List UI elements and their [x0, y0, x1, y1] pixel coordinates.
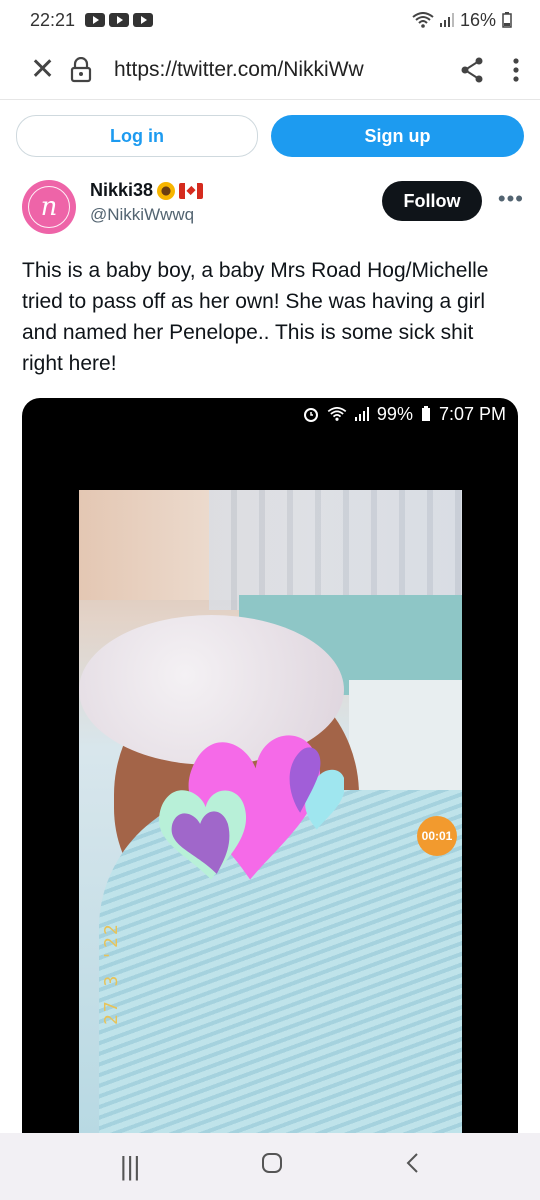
status-time: 22:21 — [30, 9, 76, 30]
back-icon[interactable] — [404, 1151, 420, 1182]
signal-icon — [354, 407, 369, 421]
home-icon[interactable] — [260, 1151, 284, 1182]
heart-stickers-icon — [159, 735, 344, 880]
tweet-header: n Nikki38 @NikkiWwwq Follow ••• — [22, 178, 524, 238]
url-text[interactable]: https://twitter.com/NikkiWw — [114, 58, 460, 82]
battery-percent: 16% — [459, 9, 496, 30]
avatar-letter: n — [40, 192, 58, 222]
user-handle[interactable]: @NikkiWwwq — [90, 205, 203, 225]
signal-icon — [439, 13, 454, 27]
recent-apps-icon[interactable]: ||| — [120, 1151, 140, 1182]
display-name-text: Nikki38 — [90, 180, 154, 200]
tweet-text: This is a baby boy, a baby Mrs Road Hog/… — [22, 259, 489, 375]
close-icon[interactable]: ✕ — [30, 52, 70, 87]
tweet-media[interactable]: 99% 7:07 PM 00:01 27 3 '22 ··· — [22, 398, 518, 1133]
follow-button[interactable]: Follow — [382, 181, 482, 221]
display-name[interactable]: Nikki38 — [90, 180, 204, 201]
inner-time: 7:07 PM — [438, 403, 506, 424]
more-options-icon[interactable]: ••• — [498, 186, 524, 212]
battery-icon — [421, 406, 430, 421]
sunflower-emoji-icon — [157, 181, 176, 200]
browser-url-bar: ✕ https://twitter.com/NikkiWw — [0, 40, 540, 100]
inner-battery-percent: 99% — [376, 403, 413, 424]
battery-icon — [502, 12, 512, 28]
wifi-icon — [327, 407, 347, 421]
youtube-icon — [109, 13, 130, 27]
crib-rail — [209, 490, 462, 610]
timer-badge: 00:01 — [417, 816, 457, 856]
share-icon[interactable] — [460, 57, 484, 83]
baby-photo: 00:01 27 3 '22 ··· — [79, 490, 462, 1133]
wifi-icon — [412, 12, 434, 28]
date-stamp: 27 3 '22 — [101, 922, 122, 1025]
avatar-ring: n — [28, 186, 70, 228]
youtube-icon — [133, 13, 154, 27]
status-bar: 22:21 16% — [0, 0, 540, 40]
avatar[interactable]: n — [22, 180, 76, 234]
author-names: Nikki38 @NikkiWwwq — [90, 180, 204, 225]
inner-screenshot-status-bar: 99% 7:07 PM — [22, 398, 518, 430]
login-button[interactable]: Log in — [16, 115, 258, 157]
url-actions — [460, 57, 520, 83]
status-left: 22:21 — [30, 9, 154, 31]
notification-icons — [85, 13, 154, 27]
alarm-icon — [303, 408, 318, 422]
android-nav-bar: ||| — [0, 1133, 540, 1200]
status-right: 16% — [412, 10, 512, 31]
youtube-icon — [85, 13, 106, 27]
more-vert-icon[interactable] — [512, 57, 520, 83]
canada-flag-icon — [179, 182, 204, 199]
auth-row: Log in Sign up — [16, 115, 524, 157]
signup-button[interactable]: Sign up — [271, 115, 524, 157]
lock-icon[interactable] — [70, 56, 106, 83]
